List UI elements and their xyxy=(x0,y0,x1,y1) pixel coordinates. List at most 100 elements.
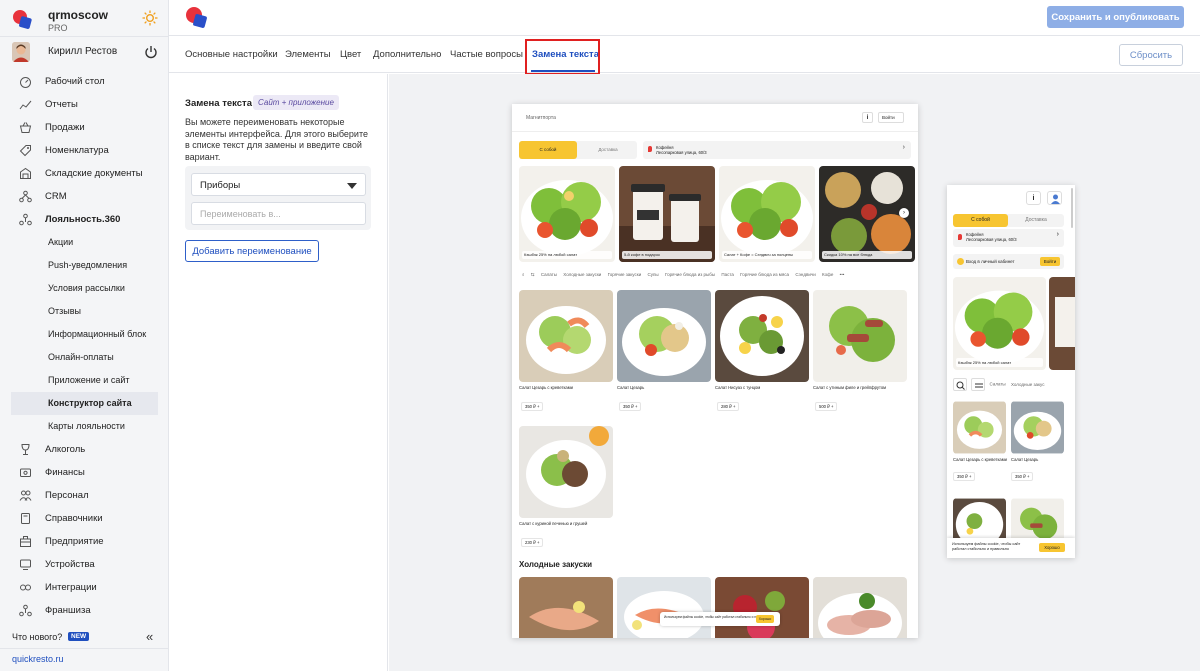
rename-input[interactable] xyxy=(191,202,366,225)
product-card[interactable] xyxy=(617,577,713,638)
search-icon[interactable]: ⌕ xyxy=(522,272,525,277)
category-link[interactable]: Холодные закуски xyxy=(563,272,601,277)
product-price[interactable]: 350 ₽ + xyxy=(619,402,642,411)
scrollbar[interactable] xyxy=(1071,188,1073,228)
sidebar-item-21[interactable]: Устройства xyxy=(0,553,169,576)
category-link[interactable]: Горячие блюда из рыбы xyxy=(665,272,715,277)
sidebar-item-16[interactable]: Алкоголь xyxy=(0,438,169,461)
product-price[interactable]: 350 ₽ + xyxy=(521,402,544,411)
tab-elements[interactable]: Элементы xyxy=(285,49,331,60)
text-select-value: Приборы xyxy=(200,180,241,191)
category-link[interactable]: Супы xyxy=(648,272,659,277)
category-link[interactable]: Сэндвичи xyxy=(795,272,815,277)
site-link[interactable]: quickresto.ru xyxy=(12,654,64,664)
theme-sun-icon[interactable] xyxy=(142,10,158,26)
sidebar-item-1[interactable]: Отчеты xyxy=(0,93,169,116)
reset-button[interactable]: Сбросить xyxy=(1119,44,1183,66)
category-link[interactable]: Салаты xyxy=(541,272,557,277)
sidebar-item-9[interactable]: Условия рассылки xyxy=(0,277,169,300)
collapse-sidebar-icon[interactable]: « xyxy=(146,629,153,644)
product-card[interactable]: Салат с утиным филе и грейпфрутом 500 ₽ … xyxy=(813,290,909,411)
promo-banner[interactable]: Салат + Кофе = Сэндвич за полцены xyxy=(719,166,815,262)
sidebar-item-4[interactable]: Складские документы xyxy=(0,162,169,185)
seg-delivery[interactable]: Доставка xyxy=(1008,214,1064,227)
cabinet-login-button[interactable]: Войти xyxy=(1040,257,1060,266)
sidebar-item-active[interactable]: Конструктор сайта xyxy=(11,392,158,415)
sidebar-item-22[interactable]: Интеграции xyxy=(0,576,169,599)
tab-basic-settings[interactable]: Основные настройки xyxy=(185,49,278,60)
sidebar-item-0[interactable]: Рабочий стол xyxy=(0,70,169,93)
carousel-next-icon[interactable]: › xyxy=(899,208,909,218)
product-card[interactable] xyxy=(519,577,615,638)
sidebar-item-20[interactable]: Предприятие xyxy=(0,530,169,553)
product-card[interactable]: Салат Цезарь 350 ₽ + xyxy=(1011,401,1065,481)
seg-takeaway[interactable]: С собой xyxy=(519,141,577,159)
save-publish-button[interactable]: Сохранить и опубликовать xyxy=(1047,6,1184,28)
user-profile[interactable]: Кирилл Рестов xyxy=(12,42,162,64)
sidebar-item-17[interactable]: Финансы xyxy=(0,461,169,484)
category-link[interactable]: Паста xyxy=(721,272,734,277)
product-card[interactable] xyxy=(813,577,909,638)
sidebar-item-11[interactable]: Информационный блок xyxy=(0,323,169,346)
category-link[interactable]: Горячие закуски xyxy=(608,272,642,277)
promo-banner[interactable] xyxy=(1049,277,1075,370)
promo-banner[interactable]: Кэшбэк 25% на любой салат xyxy=(953,277,1046,370)
sidebar-item-13[interactable]: Приложение и сайт xyxy=(0,369,169,392)
whats-new-link[interactable]: Что нового? xyxy=(12,632,62,642)
order-type-switch[interactable]: С собой Доставка xyxy=(953,214,1064,227)
text-select[interactable]: Приборы xyxy=(191,173,366,196)
info-icon[interactable]: i xyxy=(862,112,873,123)
reports-icon xyxy=(19,100,32,110)
cookie-accept-button[interactable]: Хорошо xyxy=(756,615,774,623)
power-icon[interactable] xyxy=(144,45,158,59)
sidebar-item-2[interactable]: Продажи xyxy=(0,116,169,139)
user-icon[interactable] xyxy=(1047,191,1062,205)
sidebar-item-23[interactable]: Франшиза xyxy=(0,599,169,622)
order-type-switch[interactable]: С собой Доставка xyxy=(519,141,637,159)
sidebar-item-6[interactable]: Лояльность.360 xyxy=(0,208,169,231)
product-price[interactable]: 350 ₽ + xyxy=(953,472,976,481)
promo-banner[interactable]: Кэшбэк 25% на любой салат xyxy=(519,166,615,262)
product-card[interactable]: Салат с куриной печенью и грушей 230 ₽ + xyxy=(519,426,615,547)
preview-login-button[interactable]: Войти xyxy=(878,112,904,123)
product-card[interactable]: Салат Цезарь с креветками 350 ₽ + xyxy=(953,401,1007,481)
sidebar-item-8[interactable]: Push-уведомления xyxy=(0,254,169,277)
sidebar-item-12[interactable]: Онлайн-оплаты xyxy=(0,346,169,369)
add-rename-button[interactable]: Добавить переименование xyxy=(185,240,319,262)
search-icon[interactable] xyxy=(953,378,967,391)
promo-banner[interactable]: 5-й кофе в подарок xyxy=(619,166,715,262)
product-card[interactable]: Салат Цезарь 350 ₽ + xyxy=(617,290,713,411)
category-link[interactable]: Салаты xyxy=(990,382,1006,387)
product-card[interactable]: Салат Цезарь с креветками 350 ₽ + xyxy=(519,290,615,411)
category-link[interactable]: Холодные закус xyxy=(1011,382,1045,387)
tab-faq[interactable]: Частые вопросы xyxy=(450,49,523,60)
filter-icon[interactable]: ⇆ xyxy=(531,272,535,277)
sidebar-item-15[interactable]: Карты лояльности xyxy=(0,415,169,438)
cookie-accept-button[interactable]: Хорошо xyxy=(1039,543,1065,552)
filter-icon[interactable] xyxy=(971,378,986,391)
sidebar-item-3[interactable]: Номенклатура xyxy=(0,139,169,162)
category-link[interactable]: Кофе xyxy=(822,272,833,277)
product-price[interactable]: 350 ₽ + xyxy=(1011,472,1034,481)
product-card[interactable]: Салат Нисуаз с тунцом 280 ₽ + xyxy=(715,290,811,411)
seg-takeaway[interactable]: С собой xyxy=(953,214,1008,227)
category-link[interactable]: Горячие блюда из мяса xyxy=(740,272,789,277)
sidebar-item-5[interactable]: CRM xyxy=(0,185,169,208)
seg-delivery[interactable]: Доставка xyxy=(579,141,637,159)
product-card[interactable] xyxy=(715,577,811,638)
sidebar-item-19[interactable]: Справочники xyxy=(0,507,169,530)
tab-color[interactable]: Цвет xyxy=(340,49,361,60)
product-price[interactable]: 500 ₽ + xyxy=(815,402,838,411)
more-categories-icon[interactable]: ••• xyxy=(840,272,845,277)
product-price[interactable]: 280 ₽ + xyxy=(717,402,740,411)
sidebar-item-7[interactable]: Акции xyxy=(0,231,169,254)
address-selector[interactable]: Кофейня Лесопарковая улица, 60/3 › xyxy=(953,229,1064,247)
product-price[interactable]: 230 ₽ + xyxy=(521,538,544,547)
sidebar-item-18[interactable]: Персонал xyxy=(0,484,169,507)
cabinet-entry[interactable]: Вход в личный кабинет Войти xyxy=(953,254,1064,269)
sidebar-item-10[interactable]: Отзывы xyxy=(0,300,169,323)
brand[interactable]: qrmoscow PRO xyxy=(12,6,162,36)
address-selector[interactable]: Кофейня Лесопарковая улица, 60/3 › xyxy=(643,141,911,159)
tab-additional[interactable]: Дополнительно xyxy=(373,49,441,60)
info-icon[interactable]: i xyxy=(1026,191,1041,205)
